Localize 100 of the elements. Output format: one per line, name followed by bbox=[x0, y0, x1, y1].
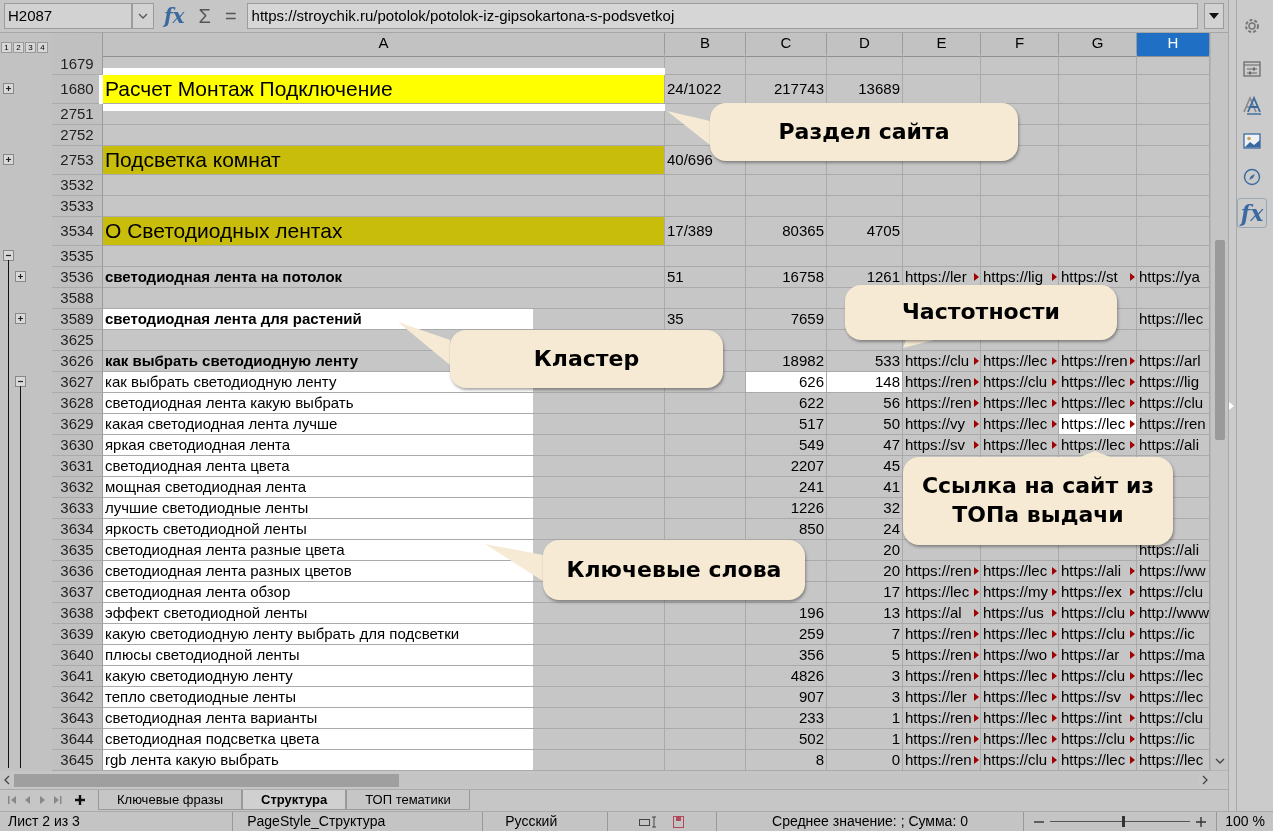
expand-button[interactable] bbox=[1204, 3, 1224, 29]
column-header[interactable]: B bbox=[665, 33, 746, 57]
scroll-down-icon[interactable] bbox=[1214, 758, 1225, 764]
table-cell: 50 bbox=[827, 414, 903, 435]
vertical-scrollbar[interactable] bbox=[1210, 33, 1228, 770]
formula-button[interactable]: = bbox=[220, 3, 241, 29]
sum-button[interactable]: Σ bbox=[194, 3, 215, 29]
table-cell: https://ren bbox=[905, 667, 972, 684]
save-icon[interactable] bbox=[673, 815, 685, 828]
scroll-right-icon[interactable] bbox=[1202, 775, 1208, 785]
scroll-left-icon[interactable] bbox=[4, 775, 10, 785]
table-cell: светодиодная лента на потолок bbox=[103, 267, 665, 288]
sheet-tab[interactable]: Ключевые фразы bbox=[98, 790, 243, 810]
cell-reference-field[interactable]: H2087 bbox=[4, 3, 132, 29]
collapse-icon[interactable] bbox=[3, 250, 14, 261]
zoom-in-icon[interactable] bbox=[1196, 816, 1207, 827]
row-header[interactable]: 3643 bbox=[52, 708, 103, 729]
sheet-tab[interactable]: Структура bbox=[242, 790, 347, 810]
column-header[interactable]: D bbox=[827, 33, 903, 57]
row-header[interactable]: 3628 bbox=[52, 393, 103, 414]
last-sheet-icon[interactable] bbox=[53, 795, 62, 805]
row-header[interactable]: 3634 bbox=[52, 519, 103, 540]
table-cell: https://ren bbox=[905, 394, 972, 411]
overflow-arrow-icon bbox=[1052, 630, 1057, 638]
row-header[interactable]: 3534 bbox=[52, 217, 103, 246]
table-cell: 907 bbox=[746, 687, 827, 708]
row-header[interactable]: 3629 bbox=[52, 414, 103, 435]
row-header[interactable]: 3536 bbox=[52, 267, 103, 288]
outline-level-button[interactable]: 1 bbox=[1, 42, 12, 53]
table-cell: https://vy bbox=[905, 415, 966, 432]
table-cell: 17/389 bbox=[665, 217, 746, 246]
table-cell: 80365 bbox=[746, 217, 827, 246]
row-header[interactable]: 3645 bbox=[52, 750, 103, 771]
overflow-arrow-icon bbox=[1130, 357, 1135, 365]
zoom-label[interactable]: 100 % bbox=[1216, 812, 1273, 831]
row-header[interactable]: 3588 bbox=[52, 288, 103, 309]
compass-icon[interactable] bbox=[1242, 167, 1262, 187]
settings-icon[interactable] bbox=[1242, 16, 1262, 36]
overflow-arrow-icon bbox=[1130, 567, 1135, 575]
slider-thumb[interactable] bbox=[1122, 816, 1126, 827]
sheet-tab[interactable]: ТОП тематики bbox=[346, 790, 470, 810]
dropdown-button[interactable] bbox=[132, 3, 154, 29]
row-header[interactable]: 3633 bbox=[52, 498, 103, 519]
outline-level-button[interactable]: 2 bbox=[13, 42, 24, 53]
row-header[interactable]: 3589 bbox=[52, 309, 103, 330]
row-header[interactable]: 3626 bbox=[52, 351, 103, 372]
previous-sheet-icon[interactable] bbox=[23, 795, 32, 805]
row-header[interactable]: 3640 bbox=[52, 645, 103, 666]
expand-icon[interactable] bbox=[15, 313, 26, 324]
row-header[interactable]: 3636 bbox=[52, 561, 103, 582]
row-header[interactable]: 3639 bbox=[52, 624, 103, 645]
row-header[interactable]: 3641 bbox=[52, 666, 103, 687]
table-cell: https://lec bbox=[1061, 394, 1126, 411]
row-header[interactable]: 1679 bbox=[52, 54, 103, 75]
row-header[interactable]: 3625 bbox=[52, 330, 103, 351]
sliders-icon[interactable] bbox=[1242, 59, 1262, 79]
row-header[interactable]: 3532 bbox=[52, 175, 103, 196]
row-header[interactable]: 3635 bbox=[52, 540, 103, 561]
first-sheet-icon[interactable] bbox=[8, 795, 17, 805]
expand-icon[interactable] bbox=[3, 154, 14, 165]
row-header[interactable]: 3642 bbox=[52, 687, 103, 708]
row-header[interactable]: 3630 bbox=[52, 435, 103, 456]
row-header[interactable]: 2753 bbox=[52, 146, 103, 175]
next-sheet-icon[interactable] bbox=[38, 795, 47, 805]
overflow-arrow-icon bbox=[1052, 567, 1057, 575]
zoom-slider[interactable] bbox=[1050, 816, 1191, 827]
overflow-arrow-icon bbox=[974, 420, 979, 428]
row-header[interactable]: 3631 bbox=[52, 456, 103, 477]
overflow-arrow-icon bbox=[1052, 357, 1057, 365]
insert-mode-icon[interactable] bbox=[639, 815, 658, 828]
image-icon[interactable] bbox=[1242, 131, 1262, 151]
table-cell: https://lec bbox=[1061, 415, 1126, 432]
column-header[interactable]: H bbox=[1137, 33, 1210, 57]
formula-input-field[interactable]: https://stroychik.ru/potolok/potolok-iz-gipsokartona-s-podsvetkoj bbox=[246, 3, 1198, 29]
table-cell: 0 bbox=[827, 750, 903, 771]
row-header[interactable]: 3535 bbox=[52, 246, 103, 267]
table-cell: https://lec bbox=[983, 436, 1048, 453]
column-header[interactable]: G bbox=[1059, 33, 1137, 57]
row-header[interactable]: 3627 bbox=[52, 372, 103, 393]
table-cell: светодиодная лента варианты bbox=[103, 708, 665, 729]
row-header[interactable]: 3644 bbox=[52, 729, 103, 750]
column-header[interactable]: E bbox=[903, 33, 981, 57]
row-header[interactable]: 3533 bbox=[52, 196, 103, 217]
expand-icon[interactable] bbox=[3, 83, 14, 94]
collapse-icon[interactable] bbox=[15, 376, 26, 387]
row-header[interactable]: 3637 bbox=[52, 582, 103, 603]
column-header[interactable]: C bbox=[746, 33, 827, 57]
styles-icon[interactable] bbox=[1242, 95, 1262, 115]
scrollbar-thumb[interactable] bbox=[1214, 240, 1225, 440]
column-header[interactable]: F bbox=[981, 33, 1059, 57]
row-header[interactable]: 3632 bbox=[52, 477, 103, 498]
row-header[interactable]: 3638 bbox=[52, 603, 103, 624]
row-header[interactable]: 2751 bbox=[52, 104, 103, 125]
outline-level-button[interactable]: 4 bbox=[37, 42, 48, 53]
scrollbar-thumb[interactable] bbox=[14, 773, 399, 787]
add-sheet-icon[interactable] bbox=[74, 794, 86, 806]
column-header[interactable]: A bbox=[103, 33, 665, 57]
outline-level-button[interactable]: 3 bbox=[25, 42, 36, 53]
expand-icon[interactable] bbox=[15, 271, 26, 282]
row-header[interactable]: 2752 bbox=[52, 125, 103, 146]
